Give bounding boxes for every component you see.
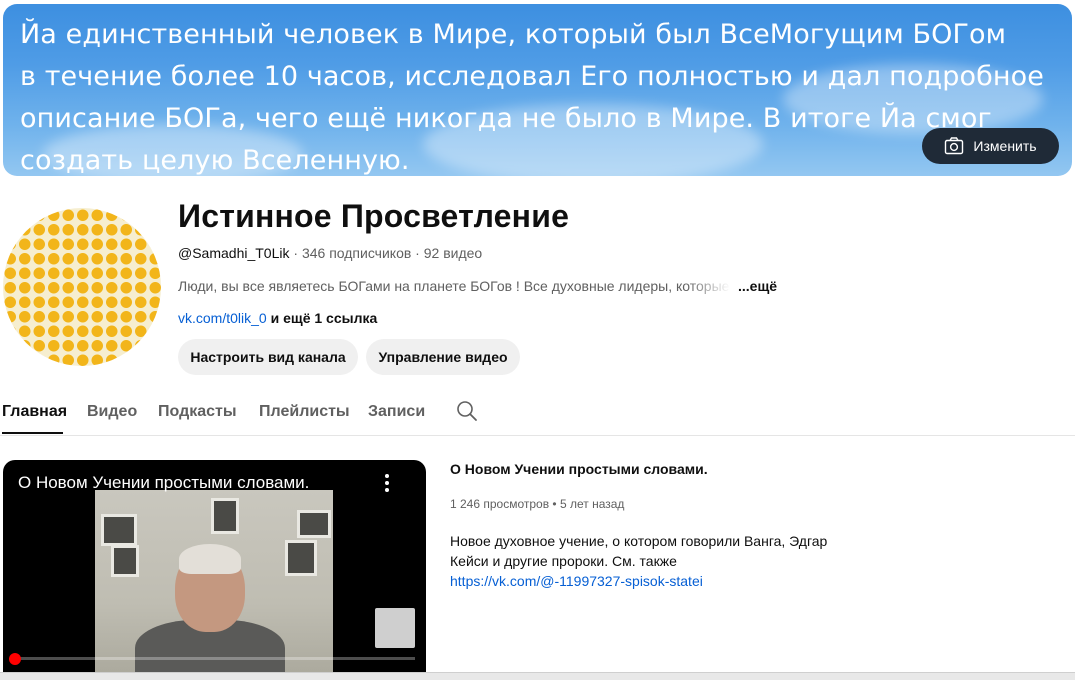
featured-video-player[interactable]: О Новом Учении простыми словами. [3, 460, 426, 679]
channel-banner: Йа единственный человек в Мире, который … [3, 4, 1072, 176]
channel-tabs: Главная Видео Подкасты Плейлисты Записи [0, 394, 1075, 436]
video-count: 92 видео [423, 245, 483, 261]
channel-links: vk.com/t0lik_0 и ещё 1 ссылка [178, 310, 377, 326]
tab-videos[interactable]: Видео [87, 403, 137, 421]
active-tab-indicator [2, 432, 63, 434]
description-line: Кейси и другие пророки. См. также [450, 553, 677, 569]
progress-bar[interactable] [15, 657, 415, 660]
channel-handle: @Samadhi_T0Lik [178, 245, 290, 261]
change-banner-label: Изменить [973, 138, 1037, 154]
video-watermark-logo [375, 608, 415, 648]
more-links[interactable]: и ещё 1 ссылка [271, 310, 378, 326]
meta-separator: • [549, 497, 560, 511]
wall-picture [211, 498, 239, 534]
video-frame [95, 490, 333, 679]
upload-age: 5 лет назад [559, 497, 625, 511]
channel-meta: @Samadhi_T0Lik · 346 подписчиков · 92 ви… [178, 245, 482, 261]
manage-videos-button[interactable]: Управление видео [366, 339, 520, 375]
view-count: 1 246 просмотров [450, 497, 550, 511]
featured-video-title[interactable]: О Новом Учении простыми словами. [450, 461, 708, 477]
featured-video-description: Новое духовное учение, о котором говорил… [450, 531, 850, 591]
customize-channel-button[interactable]: Настроить вид канала [178, 339, 358, 375]
tab-posts[interactable]: Записи [368, 403, 425, 421]
description-more-link[interactable]: ...ещё [738, 278, 777, 294]
channel-description-text: Люди, вы все являетесь БОГами на планете… [178, 278, 730, 294]
description-link[interactable]: https://vk.com/@-11997327-spisok-statei [450, 571, 850, 591]
featured-video-meta: 1 246 просмотров • 5 лет назад [450, 497, 624, 511]
search-icon[interactable] [456, 400, 478, 422]
player-title[interactable]: О Новом Учении простыми словами. [18, 473, 309, 493]
wall-picture [111, 545, 139, 577]
tab-home[interactable]: Главная [2, 403, 67, 421]
subscriber-count: 346 подписчиков [301, 245, 412, 261]
banner-text: Йа единственный человек в Мире, который … [20, 19, 1044, 176]
description-line: Новое духовное учение, о котором говорил… [450, 533, 828, 549]
tab-podcasts[interactable]: Подкасты [158, 403, 237, 421]
wall-picture [101, 514, 137, 546]
channel-link[interactable]: vk.com/t0lik_0 [178, 310, 267, 326]
more-options-icon[interactable] [384, 474, 390, 494]
wall-picture [297, 510, 331, 538]
meta-separator: · [289, 245, 302, 261]
tab-playlists[interactable]: Плейлисты [259, 403, 350, 421]
meta-separator: · [411, 245, 424, 261]
change-banner-button[interactable]: Изменить [922, 128, 1059, 164]
person-hair [179, 544, 241, 574]
camera-icon [945, 137, 964, 155]
progress-handle[interactable] [9, 653, 21, 665]
channel-description[interactable]: Люди, вы все являетесь БОГами на планете… [178, 278, 777, 294]
channel-title: Истинное Просветление [178, 198, 570, 234]
channel-avatar[interactable] [3, 208, 161, 366]
wall-picture [285, 540, 317, 576]
